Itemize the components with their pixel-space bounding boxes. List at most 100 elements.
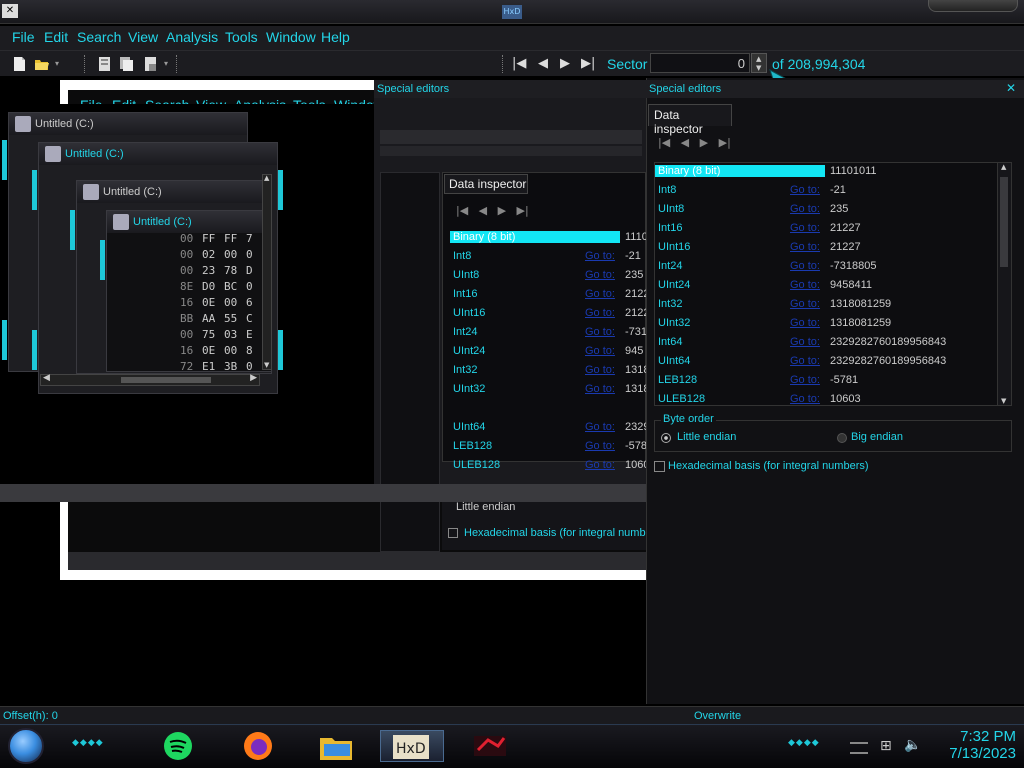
- inspector-goto-link[interactable]: Go to:: [790, 241, 820, 253]
- hex-byte[interactable]: E1: [202, 360, 224, 373]
- hex-byte[interactable]: 03: [224, 328, 246, 341]
- inspector-row[interactable]: LEB128 Go to: -5781: [655, 374, 997, 393]
- hex-byte[interactable]: 55: [224, 312, 246, 325]
- scroll-right-icon[interactable]: ▶: [250, 373, 257, 383]
- inspector-row[interactable]: Int64 Go to: 2329282760189956843: [655, 336, 997, 355]
- inspector-row[interactable]: ULEB128 Go to: 10603: [655, 393, 997, 412]
- inspector-row[interactable]: UInt8 Go to: 235: [655, 203, 997, 222]
- inspector-prev-icon[interactable]: ◀: [681, 136, 689, 149]
- volume-icon[interactable]: 🔈: [904, 737, 921, 753]
- hex-row[interactable]: BB AA 55 C: [110, 312, 270, 328]
- hex-row[interactable]: 16 0E 00 8: [110, 344, 270, 360]
- inspector-scrollbar[interactable]: ▲ ▼: [997, 163, 1011, 405]
- hex-byte[interactable]: 00: [224, 248, 246, 261]
- inspector-goto-link[interactable]: Go to:: [790, 355, 820, 367]
- menu-window[interactable]: Window: [266, 29, 316, 45]
- inspector-goto-link[interactable]: Go to:: [790, 298, 820, 310]
- open-dropdown-icon[interactable]: ▾: [55, 56, 59, 72]
- vertical-scrollbar[interactable]: ▲ ▼: [262, 174, 272, 370]
- properties-icon[interactable]: [143, 56, 158, 72]
- menu-lines-icon[interactable]: [850, 742, 868, 754]
- inspector-goto-link[interactable]: Go to:: [790, 336, 820, 348]
- hex-basis-label[interactable]: Hexadecimal basis (for integral numbers): [668, 460, 869, 472]
- hex-byte[interactable]: 00: [180, 232, 202, 245]
- hex-byte[interactable]: 75: [202, 328, 224, 341]
- inspector-list[interactable]: ▲ ▼ Binary (8 bit) 11101011 Int8 Go to: -21 U…: [654, 162, 1012, 406]
- menu-analysis[interactable]: Analysis: [166, 29, 218, 45]
- window-caption-buttons[interactable]: [928, 0, 1018, 12]
- file-explorer-app[interactable]: [318, 730, 358, 762]
- hex-row[interactable]: 00 23 78 D: [110, 264, 270, 280]
- inspector-row[interactable]: Int8 Go to: -21: [655, 184, 997, 203]
- spotify-app[interactable]: [160, 730, 200, 762]
- hxd-app-active[interactable]: HxD: [380, 730, 444, 762]
- inspector-row[interactable]: UInt64 Go to: 2329282760189956843: [655, 355, 997, 374]
- save-all-icon[interactable]: [119, 56, 134, 72]
- little-endian-label[interactable]: Little endian: [677, 431, 736, 443]
- hex-byte[interactable]: 00: [180, 248, 202, 261]
- hex-byte[interactable]: AA: [202, 312, 224, 325]
- hex-byte[interactable]: D0: [202, 280, 224, 293]
- hex-byte[interactable]: FF: [224, 232, 246, 245]
- inspector-row[interactable]: UInt24 Go to: 9458411: [655, 279, 997, 298]
- sector-spinner[interactable]: ▲ ▼: [751, 53, 767, 73]
- hex-byte[interactable]: 16: [180, 296, 202, 309]
- last-sector-icon[interactable]: ▶|: [581, 56, 595, 72]
- ghost-data-inspector-tab[interactable]: Data inspector: [449, 177, 526, 191]
- prev-sector-icon[interactable]: ◀: [538, 56, 548, 72]
- inspector-row[interactable]: Int24 Go to: -7318805: [655, 260, 997, 279]
- game-app[interactable]: [460, 730, 524, 762]
- menu-tools[interactable]: Tools: [225, 29, 258, 45]
- inspector-goto-link[interactable]: Go to:: [790, 260, 820, 272]
- inspector-goto-link[interactable]: Go to:: [790, 222, 820, 234]
- inspector-goto-link[interactable]: Go to:: [790, 203, 820, 215]
- hex-byte[interactable]: 0E: [202, 344, 224, 357]
- hex-byte[interactable]: BC: [224, 280, 246, 293]
- hex-byte[interactable]: 00: [180, 328, 202, 341]
- scroll-down-icon[interactable]: ▼: [1001, 397, 1006, 405]
- hex-byte[interactable]: 02: [202, 248, 224, 261]
- big-endian-radio[interactable]: [837, 433, 847, 443]
- app-icon[interactable]: ✕: [2, 4, 18, 18]
- scroll-up-icon[interactable]: ▲: [1001, 163, 1006, 171]
- spin-up-icon[interactable]: ▲: [756, 55, 761, 63]
- properties-dropdown-icon[interactable]: ▾: [164, 56, 168, 72]
- scroll-up-icon[interactable]: ▲: [264, 174, 269, 182]
- inspector-goto-link[interactable]: Go to:: [790, 317, 820, 329]
- menu-edit[interactable]: Edit: [44, 29, 68, 45]
- firefox-app[interactable]: [240, 730, 280, 762]
- start-button[interactable]: [8, 728, 44, 764]
- hex-byte[interactable]: 16: [180, 344, 202, 357]
- hex-byte[interactable]: 0E: [202, 296, 224, 309]
- hex-row[interactable]: 8E D0 BC 0: [110, 280, 270, 296]
- menu-help[interactable]: Help: [321, 29, 350, 45]
- hex-row[interactable]: 00 02 00 0: [110, 248, 270, 264]
- inspector-row[interactable]: Int32 Go to: 1318081259: [655, 298, 997, 317]
- menu-file[interactable]: File: [12, 29, 35, 45]
- hex-byte[interactable]: 00: [180, 264, 202, 277]
- inspector-goto-link[interactable]: Go to:: [790, 393, 820, 405]
- clock[interactable]: 7:32 PM 7/13/2023: [949, 728, 1016, 762]
- inspector-row[interactable]: UInt32 Go to: 1318081259: [655, 317, 997, 336]
- status-mode[interactable]: Overwrite: [694, 710, 741, 722]
- save-icon[interactable]: [97, 56, 112, 72]
- hex-byte[interactable]: 8E: [180, 280, 202, 293]
- menu-view[interactable]: View: [128, 29, 158, 45]
- hex-byte[interactable]: 3B: [224, 360, 246, 373]
- hex-basis-checkbox[interactable]: [654, 461, 665, 472]
- inspector-goto-link[interactable]: Go to:: [790, 279, 820, 291]
- inspector-row[interactable]: Binary (8 bit) 11101011: [655, 165, 997, 184]
- hex-row[interactable]: 00 FF FF 7: [110, 232, 270, 248]
- inspector-row[interactable]: UInt16 Go to: 21227: [655, 241, 997, 260]
- hex-byte[interactable]: 00: [224, 296, 246, 309]
- hex-byte[interactable]: 23: [202, 264, 224, 277]
- next-sector-icon[interactable]: ▶: [560, 56, 570, 72]
- hex-byte[interactable]: FF: [202, 232, 224, 245]
- scroll-left-icon[interactable]: ◀: [43, 373, 50, 383]
- spin-down-icon[interactable]: ▼: [756, 64, 761, 72]
- hex-byte[interactable]: 72: [180, 360, 202, 373]
- inspector-first-icon[interactable]: |◀: [658, 136, 670, 149]
- big-endian-label[interactable]: Big endian: [851, 431, 903, 443]
- inspector-goto-link[interactable]: Go to:: [790, 374, 820, 386]
- close-icon[interactable]: ✕: [1006, 81, 1016, 95]
